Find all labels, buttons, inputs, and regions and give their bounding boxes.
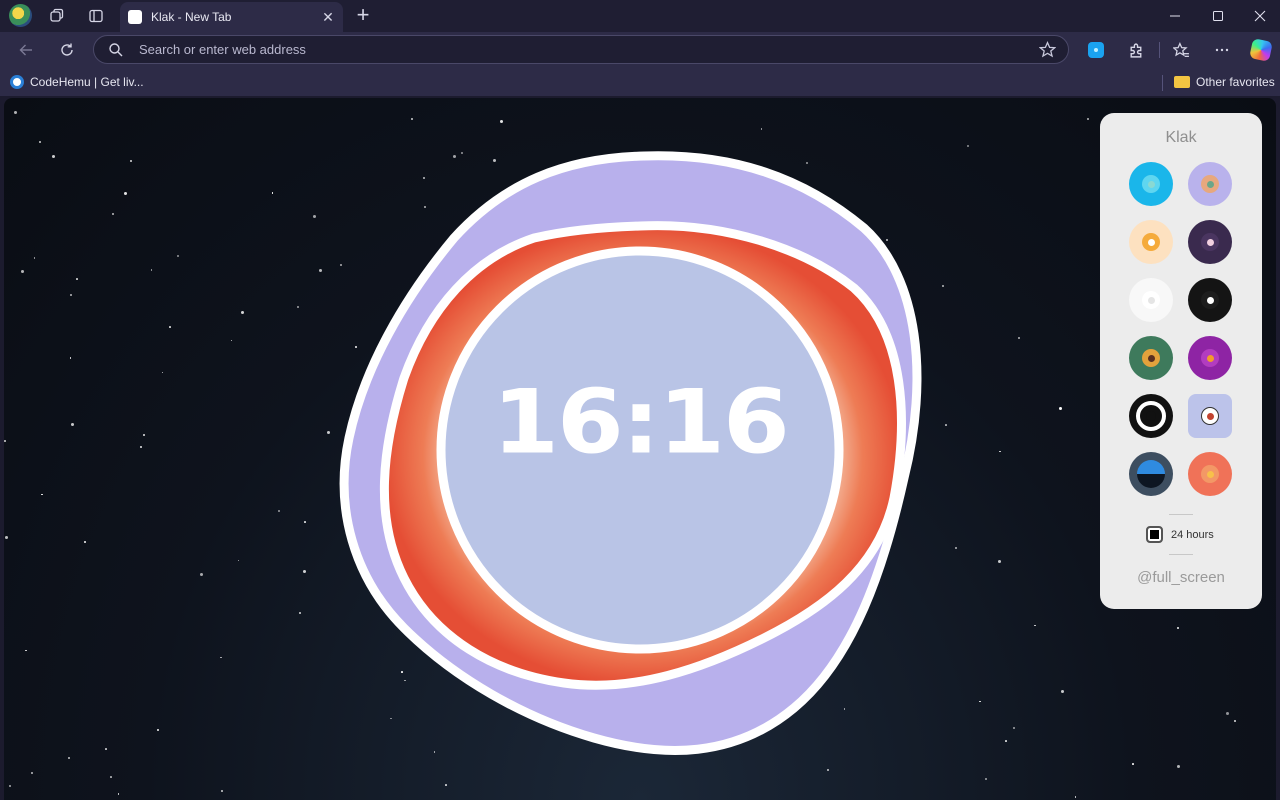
theme-green-button[interactable] (1129, 336, 1173, 380)
maximize-button[interactable] (1196, 0, 1239, 32)
theme-dot (1206, 412, 1214, 420)
theme-plum-button[interactable] (1188, 220, 1232, 264)
copilot-icon[interactable] (1249, 38, 1273, 62)
bookmarks-divider (1162, 75, 1163, 91)
close-window-button[interactable] (1238, 0, 1280, 32)
search-icon (109, 43, 123, 57)
extensions-icon[interactable] (1124, 38, 1148, 62)
hour-format-checkbox[interactable] (1146, 526, 1163, 543)
refresh-icon[interactable] (55, 38, 79, 62)
close-tab-icon[interactable]: ✕ (319, 8, 337, 26)
more-menu-icon[interactable] (1210, 38, 1234, 62)
theme-dot (1206, 180, 1214, 188)
favorite-star-icon[interactable] (1039, 41, 1056, 58)
theme-periwinkle-button[interactable] (1188, 394, 1232, 438)
title-bar: Klak - New Tab ✕ + (0, 0, 1280, 32)
address-bar[interactable] (93, 35, 1069, 64)
theme-peach-button[interactable] (1129, 220, 1173, 264)
clock-time: 16:16 (492, 370, 790, 474)
theme-black-button[interactable] (1188, 278, 1232, 322)
theme-coral-button[interactable] (1188, 452, 1232, 496)
theme-dot (1146, 411, 1156, 421)
bookmarks-bar: CodeHemu | Get liv... Other favorites (0, 68, 1280, 96)
fullscreen-link[interactable]: @full_screen (1100, 569, 1262, 586)
theme-bullseye-button[interactable] (1129, 394, 1173, 438)
theme-dot (1206, 470, 1214, 478)
theme-white-button[interactable] (1129, 278, 1173, 322)
hour-format-toggle[interactable]: 24 hours (1146, 526, 1214, 543)
other-favorites-button[interactable]: Other favorites (1174, 72, 1275, 92)
profile-avatar[interactable] (9, 4, 32, 27)
theme-dot (1147, 238, 1155, 246)
tab-actions-icon[interactable] (84, 4, 108, 28)
theme-dot (1147, 180, 1155, 188)
theme-dot (1206, 296, 1214, 304)
favorites-icon[interactable] (1169, 38, 1193, 62)
new-tab-button[interactable]: + (352, 4, 374, 26)
tab-favicon (128, 10, 142, 24)
extension-app-icon[interactable] (1084, 38, 1108, 62)
back-icon[interactable] (14, 38, 38, 62)
clock: 16:16 (4, 98, 1276, 800)
theme-dot (1206, 354, 1214, 362)
bookmark-label: CodeHemu | Get liv... (30, 75, 144, 89)
theme-slate-button[interactable] (1129, 452, 1173, 496)
page-content: 16:16 Klak 24 hours @full_screen (4, 98, 1276, 800)
theme-purple-button[interactable] (1188, 336, 1232, 380)
panel-divider (1169, 514, 1193, 515)
workspaces-icon[interactable] (45, 4, 69, 28)
bookmark-favicon (10, 75, 24, 89)
minimize-button[interactable] (1153, 0, 1196, 32)
navigation-bar (0, 32, 1280, 68)
theme-lavender-button[interactable] (1188, 162, 1232, 206)
theme-dot (1147, 296, 1155, 304)
other-favorites-label: Other favorites (1196, 75, 1275, 89)
panel-title: Klak (1165, 129, 1197, 146)
theme-dot (1206, 238, 1214, 246)
folder-icon (1174, 76, 1190, 88)
theme-dot (1147, 354, 1155, 362)
active-tab[interactable]: Klak - New Tab ✕ (120, 2, 343, 32)
toolbar-divider (1159, 42, 1160, 58)
theme-cyan-button[interactable] (1129, 162, 1173, 206)
address-input[interactable] (137, 36, 1017, 63)
bookmark-item[interactable]: CodeHemu | Get liv... (10, 72, 144, 92)
tab-title: Klak - New Tab (151, 10, 232, 24)
panel-divider (1169, 554, 1193, 555)
theme-panel: Klak 24 hours @full_screen (1100, 113, 1262, 609)
hour-format-label: 24 hours (1171, 528, 1214, 541)
